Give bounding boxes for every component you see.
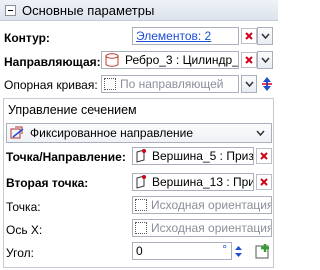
second-point-field[interactable]: Вершина_13 : При...	[132, 173, 254, 191]
chevron-down-icon	[244, 81, 254, 87]
guide-dropdown-button[interactable]	[257, 51, 273, 69]
guide-label: Направляющая:	[4, 55, 101, 69]
point-placeholder: Исходная ориентация	[151, 198, 272, 212]
collapse-icon[interactable]	[5, 4, 16, 16]
angle-add-button[interactable]	[254, 242, 272, 260]
section-control-title: Управление сечением	[8, 103, 137, 117]
chevron-down-icon	[256, 130, 265, 136]
angle-value: 0	[136, 244, 143, 258]
angle-label: Угол:	[6, 246, 34, 260]
guide-field[interactable]: Ребро_3 : Цилиндр_1	[101, 51, 239, 69]
section-title: Основные параметры	[22, 2, 155, 18]
degree-unit: °	[222, 242, 227, 256]
close-icon	[245, 32, 253, 40]
contour-clear-button[interactable]	[241, 28, 257, 44]
vertex-icon	[136, 149, 146, 163]
chevron-down-icon	[260, 57, 270, 63]
angle-spinner[interactable]	[233, 242, 243, 260]
cylinder-edge-icon	[105, 53, 119, 67]
second-point-clear-button[interactable]	[256, 174, 272, 190]
point-field[interactable]: Исходная ориентация	[132, 196, 272, 214]
section-mode-value: Фиксированное направление	[30, 126, 194, 140]
contour-link[interactable]: Элементов: 2	[133, 29, 211, 43]
contour-dropdown-button[interactable]	[257, 27, 273, 45]
axis-x-field[interactable]: Исходная ориентация	[132, 219, 272, 237]
close-icon	[260, 152, 268, 160]
axis-x-label: Ось X:	[6, 223, 43, 237]
section-mode-select[interactable]: Фиксированное направление	[6, 123, 272, 143]
support-curve-placeholder: По направляющей	[120, 77, 224, 91]
section-header[interactable]: Основные параметры	[0, 0, 278, 21]
point-label: Точка:	[6, 200, 41, 214]
point-direction-value: Вершина_5 : Приз...	[152, 149, 254, 163]
chevron-down-icon	[260, 33, 270, 39]
empty-selection-icon	[135, 199, 147, 211]
guide-value: Ребро_3 : Цилиндр_1	[125, 53, 239, 67]
fixed-direction-icon	[10, 126, 24, 139]
reverse-direction-button[interactable]	[259, 75, 275, 93]
axis-x-placeholder: Исходная ориентация	[151, 221, 272, 235]
add-angle-icon	[255, 244, 269, 259]
spin-up-icon[interactable]	[234, 245, 242, 250]
point-direction-clear-button[interactable]	[256, 148, 272, 164]
guide-clear-button[interactable]	[241, 52, 257, 68]
parameters-panel: Основные параметры Контур: Элементов: 2 …	[0, 0, 278, 270]
vertex-icon	[136, 175, 146, 189]
contour-field[interactable]: Элементов: 2	[132, 27, 239, 45]
reverse-direction-icon	[262, 77, 272, 91]
support-curve-field[interactable]: По направляющей	[101, 75, 239, 93]
angle-input[interactable]: 0 °	[132, 242, 232, 260]
close-icon	[260, 178, 268, 186]
support-curve-label: Опорная кривая:	[4, 78, 98, 92]
empty-selection-icon	[104, 78, 116, 90]
second-point-value: Вершина_13 : При...	[152, 175, 254, 189]
point-direction-field[interactable]: Вершина_5 : Приз...	[132, 147, 254, 165]
second-point-label: Вторая точка:	[6, 176, 89, 190]
empty-selection-icon	[135, 222, 147, 234]
contour-label: Контур:	[4, 31, 50, 45]
spin-down-icon[interactable]	[234, 252, 242, 257]
support-curve-dropdown-button[interactable]	[241, 75, 257, 93]
point-direction-label: Точка/Направление:	[6, 150, 126, 164]
close-icon	[245, 56, 253, 64]
